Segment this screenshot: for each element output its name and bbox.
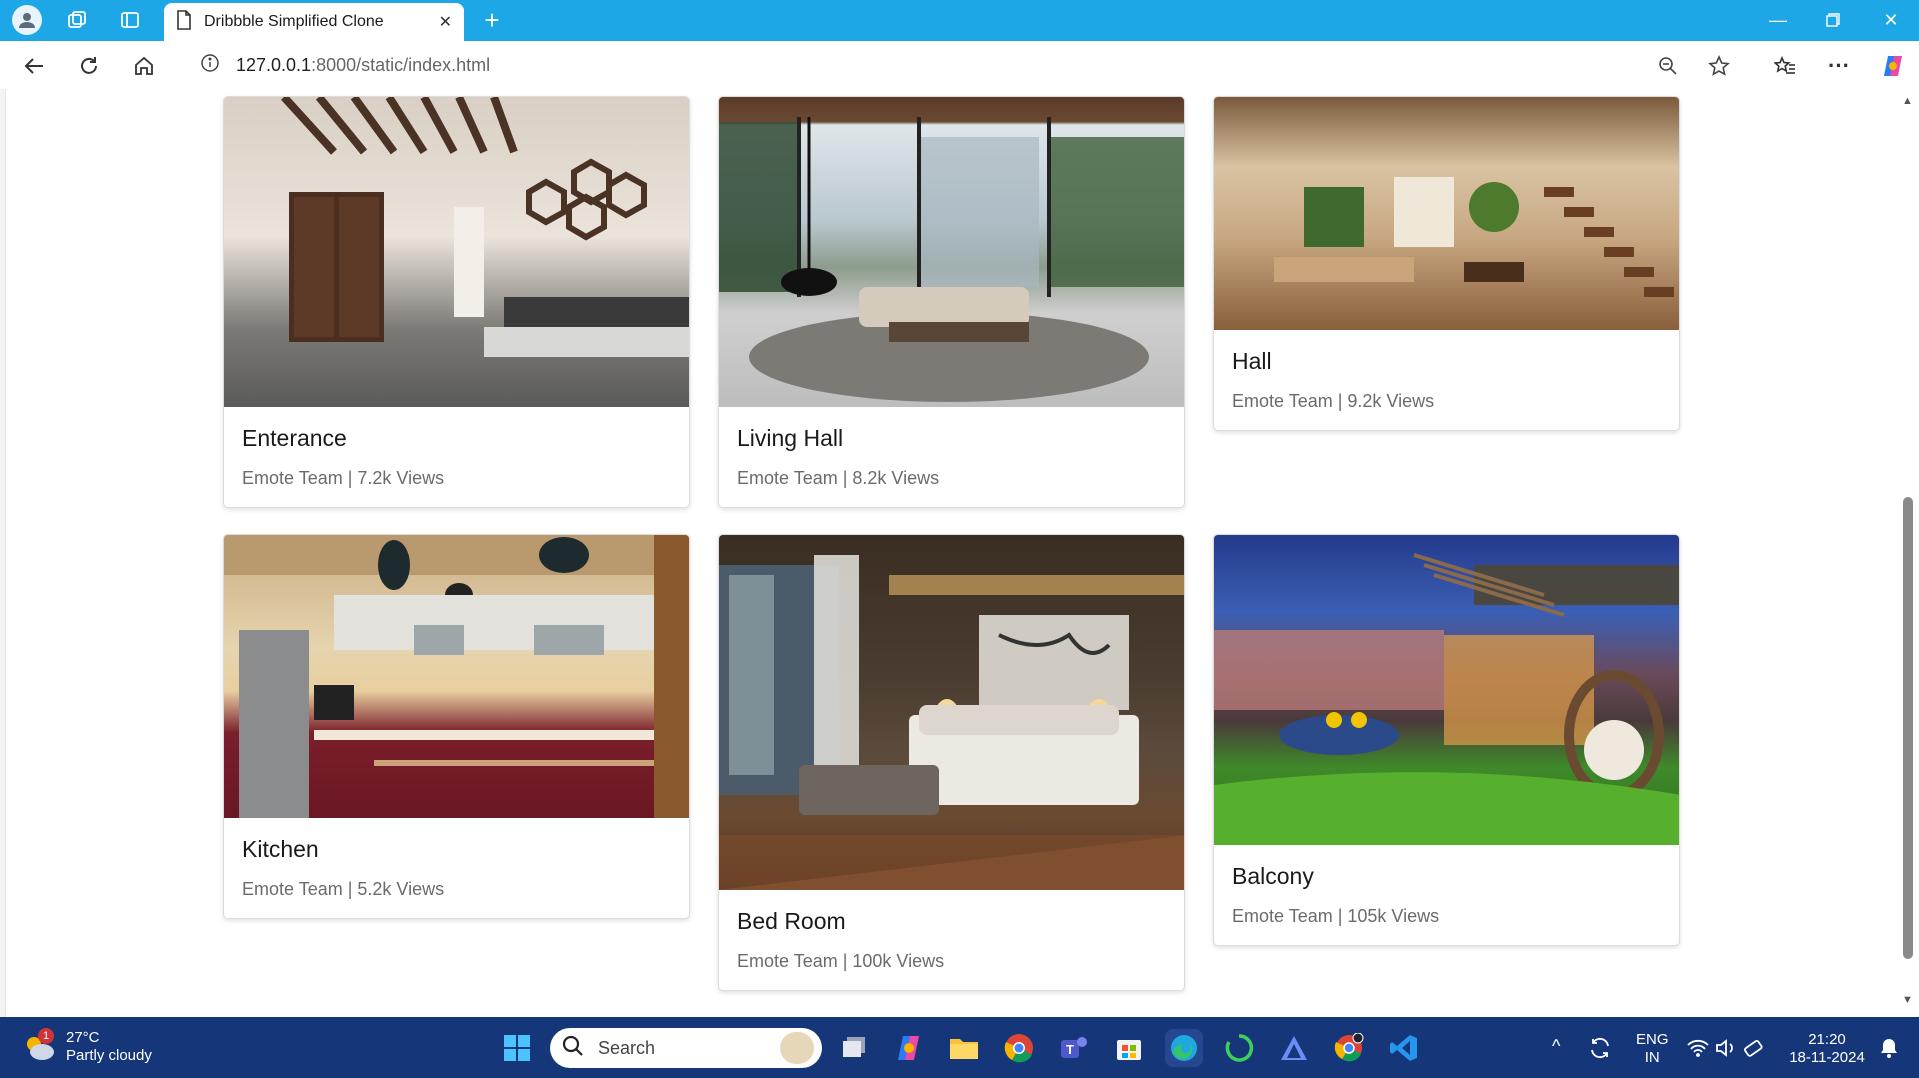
weather-temp: 27°C (66, 1029, 100, 1046)
refresh-icon[interactable] (72, 49, 106, 83)
card-image (719, 535, 1184, 890)
vscode-icon[interactable] (1385, 1029, 1423, 1067)
store-icon[interactable] (1110, 1029, 1148, 1067)
favorites-icon[interactable] (1768, 49, 1802, 83)
card-enterance[interactable]: Enterance Emote Team | 7.2k Views (223, 96, 690, 508)
clock[interactable]: 21:20 18-11-2024 (1782, 1031, 1872, 1067)
workspaces-icon[interactable] (62, 5, 92, 35)
volume-icon[interactable] (1712, 1029, 1740, 1067)
address-bar[interactable]: 127.0.0.1:8000/static/index.html (182, 46, 1750, 84)
page-icon (176, 9, 192, 35)
tab-strip: Dribbble Simplified Clone ✕ + — ✕ (0, 0, 1919, 41)
search-label: Search (598, 1037, 656, 1058)
sync-icon[interactable] (1583, 1029, 1617, 1067)
card-title: Hall (1232, 348, 1272, 374)
card-title: Balcony (1232, 863, 1314, 889)
svg-text:T: T (1066, 1042, 1074, 1057)
card-title: Kitchen (242, 836, 319, 862)
close-window-icon[interactable]: ✕ (1866, 6, 1916, 34)
card-living-hall[interactable]: Living Hall Emote Team | 8.2k Views (718, 96, 1185, 508)
chrome-profile-icon[interactable] (1330, 1029, 1368, 1067)
zoom-icon[interactable] (1651, 49, 1685, 83)
chrome-icon[interactable] (1000, 1029, 1038, 1067)
scroll-down-icon[interactable]: ▼ (1902, 994, 1913, 1006)
start-icon[interactable] (498, 1029, 536, 1067)
card-image (1214, 535, 1679, 845)
card-meta: Emote Team | 9.2k Views (1232, 391, 1435, 411)
weather-widget[interactable]: 1 27°C Partly cloudy (22, 1028, 152, 1065)
battery-icon[interactable] (1740, 1029, 1768, 1067)
site-info-icon[interactable] (200, 53, 220, 78)
home-icon[interactable] (127, 49, 161, 83)
more-icon[interactable]: ··· (1822, 49, 1856, 83)
file-explorer-icon[interactable] (945, 1029, 983, 1067)
card-meta: Emote Team | 105k Views (1232, 906, 1440, 926)
search-icon (562, 1035, 584, 1062)
card-balcony[interactable]: Balcony Emote Team | 105k Views (1213, 534, 1680, 946)
copilot-app-icon[interactable] (890, 1029, 928, 1067)
task-view-icon[interactable] (836, 1029, 874, 1067)
url-text: 127.0.0.1:8000/static/index.html (236, 54, 491, 75)
card-image (1214, 97, 1679, 330)
card-image (224, 535, 689, 818)
edge-icon[interactable] (1165, 1029, 1203, 1067)
tray-overflow-icon[interactable]: ^ (1552, 1037, 1560, 1055)
back-icon[interactable] (17, 49, 51, 83)
new-tab-icon[interactable]: + (477, 5, 507, 35)
tab-title: Dribbble Simplified Clone (204, 13, 384, 30)
clock-time: 21:20 (1808, 1031, 1846, 1048)
favorite-star-icon[interactable] (1702, 49, 1736, 83)
copilot-icon[interactable] (1876, 49, 1910, 83)
arc-app-icon[interactable] (1275, 1029, 1313, 1067)
tab-active[interactable]: Dribbble Simplified Clone ✕ (164, 3, 464, 41)
scroll-up-icon[interactable]: ▲ (1902, 95, 1913, 107)
taskbar-search[interactable]: Search (550, 1028, 822, 1068)
browser-toolbar: 127.0.0.1:8000/static/index.html ··· (0, 41, 1919, 89)
card-title: Enterance (242, 425, 347, 451)
card-image (224, 97, 689, 407)
language-indicator[interactable]: ENG IN (1636, 1031, 1669, 1067)
vertical-scrollbar[interactable]: ▲ ▼ (1898, 89, 1919, 1017)
minimize-icon[interactable]: — (1753, 6, 1803, 34)
weather-desc: Partly cloudy (66, 1047, 152, 1064)
weather-badge: 1 (38, 1028, 54, 1044)
restore-icon[interactable] (1808, 6, 1858, 34)
close-tab-icon[interactable]: ✕ (439, 12, 452, 32)
card-meta: Emote Team | 8.2k Views (737, 468, 940, 488)
card-meta: Emote Team | 5.2k Views (242, 879, 445, 899)
notification-bell-icon[interactable] (1874, 1029, 1904, 1067)
card-title: Bed Room (737, 908, 846, 934)
wifi-icon[interactable] (1684, 1029, 1712, 1067)
card-meta: Emote Team | 100k Views (737, 951, 945, 971)
search-highlight-icon (780, 1032, 814, 1064)
taskbar: 1 27°C Partly cloudy Search T ^ ENG IN 2… (0, 1017, 1919, 1078)
clock-date: 18-11-2024 (1789, 1049, 1865, 1066)
card-meta: Emote Team | 7.2k Views (242, 468, 445, 488)
loading-app-icon[interactable] (1220, 1029, 1258, 1067)
page-viewport: Enterance Emote Team | 7.2k Views Living… (5, 89, 1898, 1017)
weather-icon: 1 (22, 1028, 56, 1062)
card-title: Living Hall (737, 425, 844, 451)
tab-actions-icon[interactable] (115, 5, 145, 35)
card-image (719, 97, 1184, 407)
profile-button[interactable] (12, 5, 42, 35)
card-bed-room[interactable]: Bed Room Emote Team | 100k Views (718, 534, 1185, 991)
card-kitchen[interactable]: Kitchen Emote Team | 5.2k Views (223, 534, 690, 919)
profile-icon (12, 5, 42, 35)
teams-icon[interactable]: T (1055, 1029, 1093, 1067)
card-hall[interactable]: Hall Emote Team | 9.2k Views (1213, 96, 1680, 431)
scrollbar-thumb[interactable] (1903, 497, 1913, 959)
